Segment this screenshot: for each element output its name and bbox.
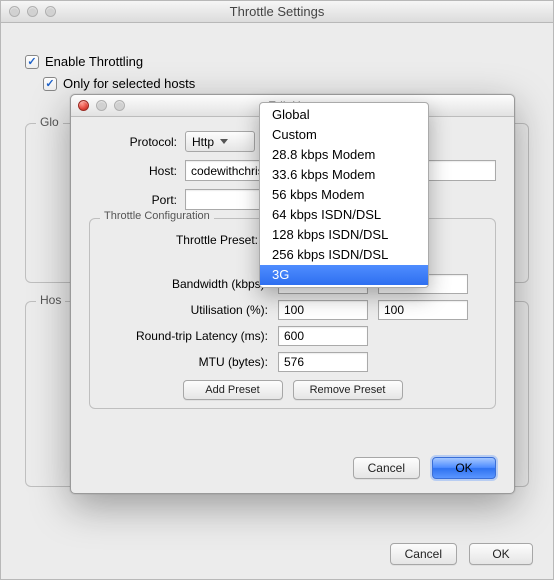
enable-throttling-checkbox[interactable]: ✓ Enable Throttling [25, 54, 143, 69]
cancel-button[interactable]: Cancel [353, 457, 420, 479]
window-titlebar: Throttle Settings [1, 1, 553, 23]
throttle-preset-menu[interactable]: GlobalCustom28.8 kbps Modem33.6 kbps Mod… [259, 102, 429, 288]
chevron-down-icon [220, 139, 228, 144]
ok-button[interactable]: OK [432, 457, 496, 479]
mtu-label: MTU (bytes): [98, 355, 268, 369]
dialog-traffic-lights [78, 100, 125, 111]
throttle-config-title: Throttle Configuration [100, 210, 214, 222]
port-label: Port: [89, 193, 177, 207]
zoom-icon[interactable] [114, 100, 125, 111]
add-preset-button[interactable]: Add Preset [183, 380, 283, 400]
cancel-button[interactable]: Cancel [390, 543, 457, 565]
protocol-select[interactable]: Http [185, 131, 255, 152]
global-groupbox-title: Glo [36, 115, 63, 129]
menu-item[interactable]: Custom [260, 125, 428, 145]
main-footer: Cancel OK [390, 543, 533, 565]
hosts-groupbox-title: Hos [36, 293, 65, 307]
mtu-input[interactable] [278, 352, 368, 372]
enable-throttling-label: Enable Throttling [45, 54, 143, 69]
menu-item[interactable]: Global [260, 105, 428, 125]
menu-item[interactable]: 33.6 kbps Modem [260, 165, 428, 185]
utilisation-upload-input[interactable] [378, 300, 468, 320]
menu-item[interactable]: 256 kbps ISDN/DSL [260, 245, 428, 265]
checkbox-icon: ✓ [25, 55, 39, 69]
zoom-icon[interactable] [45, 6, 56, 17]
close-icon[interactable] [9, 6, 20, 17]
host-label: Host: [89, 164, 177, 178]
close-icon[interactable] [78, 100, 89, 111]
ok-button[interactable]: OK [469, 543, 533, 565]
remove-preset-button[interactable]: Remove Preset [293, 380, 403, 400]
menu-item[interactable]: 128 kbps ISDN/DSL [260, 225, 428, 245]
protocol-value: Http [192, 135, 214, 149]
rtt-input[interactable] [278, 326, 368, 346]
minimize-icon[interactable] [27, 6, 38, 17]
checkbox-icon: ✓ [43, 77, 57, 91]
dialog-footer: Cancel OK [353, 457, 496, 479]
throttle-preset-label: Throttle Preset: [98, 233, 258, 247]
menu-item[interactable]: 28.8 kbps Modem [260, 145, 428, 165]
rtt-label: Round-trip Latency (ms): [98, 329, 268, 343]
menu-item[interactable]: 3G [260, 265, 428, 285]
menu-item[interactable]: 64 kbps ISDN/DSL [260, 205, 428, 225]
window-traffic-lights [9, 6, 56, 17]
utilisation-download-input[interactable] [278, 300, 368, 320]
menu-item[interactable]: 56 kbps Modem [260, 185, 428, 205]
window-title: Throttle Settings [230, 4, 325, 19]
protocol-label: Protocol: [89, 135, 177, 149]
bandwidth-label: Bandwidth (kbps): [98, 277, 268, 291]
utilisation-label: Utilisation (%): [98, 303, 268, 317]
only-selected-hosts-checkbox[interactable]: ✓ Only for selected hosts [43, 76, 195, 91]
only-selected-hosts-label: Only for selected hosts [63, 76, 195, 91]
minimize-icon[interactable] [96, 100, 107, 111]
